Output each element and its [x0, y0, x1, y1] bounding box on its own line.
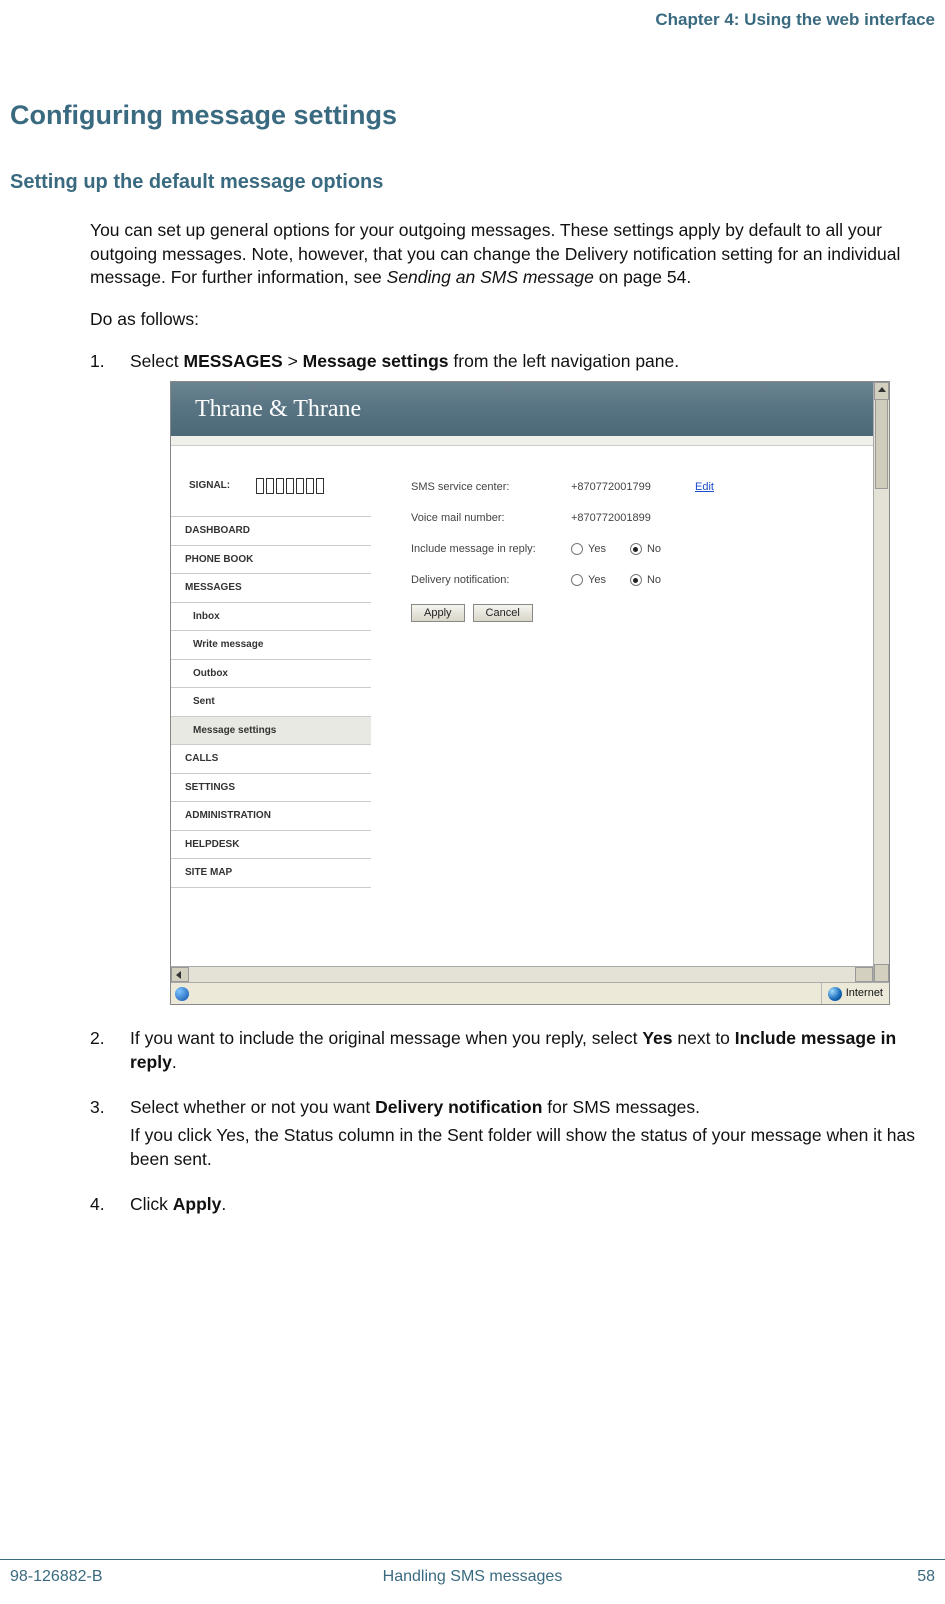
heading-1: Configuring message settings: [10, 100, 935, 131]
step-1: Select MESSAGES > Message settings from …: [90, 350, 935, 1006]
signal-label: SIGNAL:: [189, 479, 230, 493]
step-1-bold-1: MESSAGES: [184, 351, 283, 371]
heading-2: Setting up the default message options: [10, 171, 935, 194]
step-4-text-c: .: [221, 1194, 226, 1214]
status-bar: Internet: [171, 982, 889, 1004]
delivery-yes-option[interactable]: Yes: [571, 573, 606, 588]
nav-calls[interactable]: CALLS: [171, 745, 371, 774]
step-3-text-c: for SMS messages.: [542, 1097, 700, 1117]
nav-settings[interactable]: SETTINGS: [171, 774, 371, 803]
vertical-scrollbar[interactable]: [873, 382, 889, 982]
include-no-option[interactable]: No: [630, 542, 661, 557]
signal-bars-icon: [256, 478, 324, 494]
step-2-text-c: .: [172, 1052, 177, 1072]
include-yes-label: Yes: [588, 542, 606, 557]
step-2-bold-1: Yes: [642, 1028, 672, 1048]
smsc-value: +870772001799: [571, 480, 691, 495]
nav-administration[interactable]: ADMINISTRATION: [171, 802, 371, 831]
step-2-text-a: If you want to include the original mess…: [130, 1028, 642, 1048]
step-1-text-c: from the left navigation pane.: [449, 351, 680, 371]
chapter-header: Chapter 4: Using the web interface: [0, 0, 945, 30]
step-2: If you want to include the original mess…: [90, 1027, 935, 1074]
banner-subbar: [171, 436, 873, 446]
scroll-thumb[interactable]: [875, 399, 888, 489]
step-2-mid: next to: [673, 1028, 735, 1048]
horizontal-scrollbar[interactable]: [171, 966, 873, 982]
include-yes-option[interactable]: Yes: [571, 542, 606, 557]
radio-icon: [630, 574, 642, 586]
delivery-no-option[interactable]: No: [630, 573, 661, 588]
main-panel: SMS service center: +870772001799 Edit V…: [371, 446, 873, 966]
include-label: Include message in reply:: [411, 542, 571, 557]
step-4-text-a: Click: [130, 1194, 173, 1214]
intro-paragraph: You can set up general options for your …: [90, 219, 935, 290]
step-4-bold-1: Apply: [173, 1194, 222, 1214]
nav-write-message[interactable]: Write message: [171, 631, 371, 660]
step-1-text-a: Select: [130, 351, 184, 371]
step-3-bold-1: Delivery notification: [375, 1097, 542, 1117]
step-1-bold-2: Message settings: [303, 351, 449, 371]
delivery-no-label: No: [647, 573, 661, 588]
include-no-label: No: [647, 542, 661, 557]
step-3-sub: If you click Yes, the Status column in t…: [130, 1124, 935, 1171]
cancel-button[interactable]: Cancel: [473, 604, 533, 622]
edit-link[interactable]: Edit: [695, 480, 714, 495]
nav-phonebook[interactable]: PHONE BOOK: [171, 546, 371, 575]
nav-outbox[interactable]: Outbox: [171, 660, 371, 689]
step-3-text-a: Select whether or not you want: [130, 1097, 375, 1117]
voicemail-label: Voice mail number:: [411, 511, 571, 526]
left-nav: DASHBOARD PHONE BOOK MESSAGES Inbox Writ…: [171, 516, 371, 888]
scroll-right-icon: [863, 971, 868, 979]
nav-inbox[interactable]: Inbox: [171, 603, 371, 632]
scroll-left-icon: [176, 971, 181, 979]
cross-ref: Sending an SMS message: [387, 267, 594, 287]
nav-sent[interactable]: Sent: [171, 688, 371, 717]
page-icon: [175, 987, 189, 1001]
step-3: Select whether or not you want Delivery …: [90, 1096, 935, 1171]
app-banner: Thrane & Thrane: [171, 382, 873, 436]
status-internet: Internet: [846, 986, 883, 1001]
nav-dashboard[interactable]: DASHBOARD: [171, 517, 371, 546]
radio-icon: [630, 543, 642, 555]
step-1-mid: >: [283, 351, 303, 371]
page-footer: 98-126882-B Handling SMS messages 58: [0, 1559, 945, 1586]
scroll-down-icon: [878, 972, 886, 977]
nav-message-settings[interactable]: Message settings: [171, 717, 371, 746]
delivery-label: Delivery notification:: [411, 573, 571, 588]
intro-text-b: on page 54.: [594, 267, 691, 287]
globe-icon: [828, 987, 842, 1001]
nav-sitemap[interactable]: SITE MAP: [171, 859, 371, 888]
do-as-follows: Do as follows:: [90, 308, 935, 332]
step-4: Click Apply.: [90, 1193, 935, 1217]
nav-messages[interactable]: MESSAGES: [171, 574, 371, 603]
footer-center: Handling SMS messages: [0, 1568, 945, 1586]
voicemail-value: +870772001899: [571, 511, 691, 526]
radio-icon: [571, 574, 583, 586]
radio-icon: [571, 543, 583, 555]
nav-helpdesk[interactable]: HELPDESK: [171, 831, 371, 860]
apply-button[interactable]: Apply: [411, 604, 465, 622]
smsc-label: SMS service center:: [411, 480, 571, 495]
scroll-up-icon: [878, 387, 886, 392]
screenshot: Thrane & Thrane SIGNAL:: [170, 381, 890, 1005]
delivery-yes-label: Yes: [588, 573, 606, 588]
